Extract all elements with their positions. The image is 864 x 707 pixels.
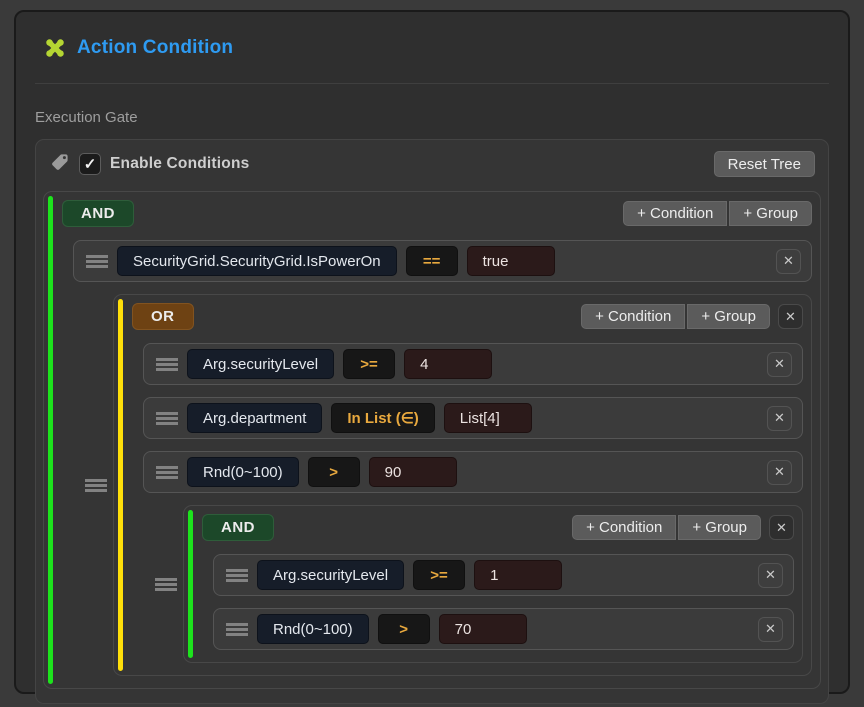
condition-row: Arg.securityLevel >= 4 ✕	[143, 343, 803, 385]
remove-condition-button[interactable]: ✕	[758, 617, 783, 642]
add-condition-button[interactable]: + Condition	[581, 304, 685, 329]
group-header: OR + Condition + Group ✕	[132, 303, 803, 330]
group-children: Arg.securityLevel >= 4 ✕ Arg.department …	[143, 343, 803, 663]
add-condition-button[interactable]: + Condition	[572, 515, 676, 540]
tag-icon	[50, 152, 70, 177]
group-children: Arg.securityLevel >= 1 ✕ Rnd(0~100)	[213, 554, 794, 650]
puzzle-icon	[43, 36, 67, 60]
reset-tree-button[interactable]: Reset Tree	[714, 151, 815, 177]
logic-badge-or[interactable]: OR	[132, 303, 194, 330]
condition-group-and-nested: AND + Condition + Group ✕	[183, 505, 803, 663]
remove-condition-button[interactable]: ✕	[758, 563, 783, 588]
condition-row: Arg.securityLevel >= 1 ✕	[213, 554, 794, 596]
enable-conditions-label: Enable Conditions	[110, 155, 249, 173]
condition-value-field[interactable]: 1	[474, 560, 562, 590]
drag-handle-icon[interactable]	[226, 569, 248, 582]
remove-group-button[interactable]: ✕	[769, 515, 794, 540]
add-group-button[interactable]: + Group	[678, 515, 761, 540]
operator-button[interactable]: In List (∈)	[331, 403, 434, 433]
operator-button[interactable]: >	[378, 614, 430, 644]
remove-condition-button[interactable]: ✕	[767, 406, 792, 431]
page-title: Action Condition	[77, 37, 233, 59]
group-add-buttons: + Condition + Group	[581, 304, 770, 329]
operator-button[interactable]: >=	[413, 560, 465, 590]
gate-header-row: ✓ Enable Conditions Reset Tree	[43, 146, 821, 183]
group-accent-bar	[48, 196, 53, 684]
condition-value-field[interactable]: 90	[369, 457, 457, 487]
group-header: AND + Condition + Group ✕	[202, 514, 794, 541]
action-condition-panel: Action Condition Execution Gate ✓ Enable…	[14, 10, 850, 694]
condition-value-field[interactable]: List[4]	[444, 403, 532, 433]
remove-condition-button[interactable]: ✕	[767, 352, 792, 377]
add-group-button[interactable]: + Group	[687, 304, 770, 329]
add-condition-button[interactable]: + Condition	[623, 201, 727, 226]
condition-left-field[interactable]: Rnd(0~100)	[257, 614, 369, 644]
group-accent-bar	[118, 299, 123, 671]
group-row: OR + Condition + Group ✕ Arg.securityLev…	[73, 294, 812, 676]
group-row: AND + Condition + Group ✕	[143, 505, 803, 663]
group-children: SecurityGrid.SecurityGrid.IsPowerOn == t…	[73, 240, 812, 676]
drag-handle-icon[interactable]	[226, 623, 248, 636]
operator-button[interactable]: >=	[343, 349, 395, 379]
drag-handle-icon[interactable]	[156, 466, 178, 479]
condition-row: SecurityGrid.SecurityGrid.IsPowerOn == t…	[73, 240, 812, 282]
execution-gate-label: Execution Gate	[35, 109, 829, 126]
operator-button[interactable]: >	[308, 457, 360, 487]
condition-group-root: AND + Condition + Group SecurityGrid.Sec…	[43, 191, 821, 689]
drag-handle-icon[interactable]	[156, 412, 178, 425]
logic-badge-and[interactable]: AND	[62, 200, 134, 227]
panel-header: Action Condition	[43, 36, 829, 60]
enable-conditions-checkbox[interactable]: ✓	[79, 153, 101, 175]
condition-value-field[interactable]: 70	[439, 614, 527, 644]
condition-left-field[interactable]: Rnd(0~100)	[187, 457, 299, 487]
group-add-buttons: + Condition + Group	[572, 515, 761, 540]
condition-left-field[interactable]: Arg.securityLevel	[187, 349, 334, 379]
condition-row: Rnd(0~100) > 90 ✕	[143, 451, 803, 493]
drag-handle-icon[interactable]	[85, 479, 107, 492]
header-divider	[35, 83, 829, 84]
drag-handle-icon[interactable]	[155, 578, 177, 591]
drag-handle-icon[interactable]	[86, 255, 108, 268]
group-header: AND + Condition + Group	[62, 200, 812, 227]
condition-group-or: OR + Condition + Group ✕ Arg.securityLev…	[113, 294, 812, 676]
execution-gate-box: ✓ Enable Conditions Reset Tree AND + Con…	[35, 139, 829, 704]
check-icon: ✓	[84, 155, 97, 173]
group-accent-bar	[188, 510, 193, 658]
condition-value-field[interactable]: 4	[404, 349, 492, 379]
condition-left-field[interactable]: Arg.securityLevel	[257, 560, 404, 590]
group-add-buttons: + Condition + Group	[623, 201, 812, 226]
drag-handle-icon[interactable]	[156, 358, 178, 371]
logic-badge-and[interactable]: AND	[202, 514, 274, 541]
add-group-button[interactable]: + Group	[729, 201, 812, 226]
remove-condition-button[interactable]: ✕	[776, 249, 801, 274]
condition-value-field[interactable]: true	[467, 246, 555, 276]
condition-row: Rnd(0~100) > 70 ✕	[213, 608, 794, 650]
operator-button[interactable]: ==	[406, 246, 458, 276]
condition-left-field[interactable]: SecurityGrid.SecurityGrid.IsPowerOn	[117, 246, 397, 276]
condition-row: Arg.department In List (∈) List[4] ✕	[143, 397, 803, 439]
remove-condition-button[interactable]: ✕	[767, 460, 792, 485]
condition-left-field[interactable]: Arg.department	[187, 403, 322, 433]
remove-group-button[interactable]: ✕	[778, 304, 803, 329]
